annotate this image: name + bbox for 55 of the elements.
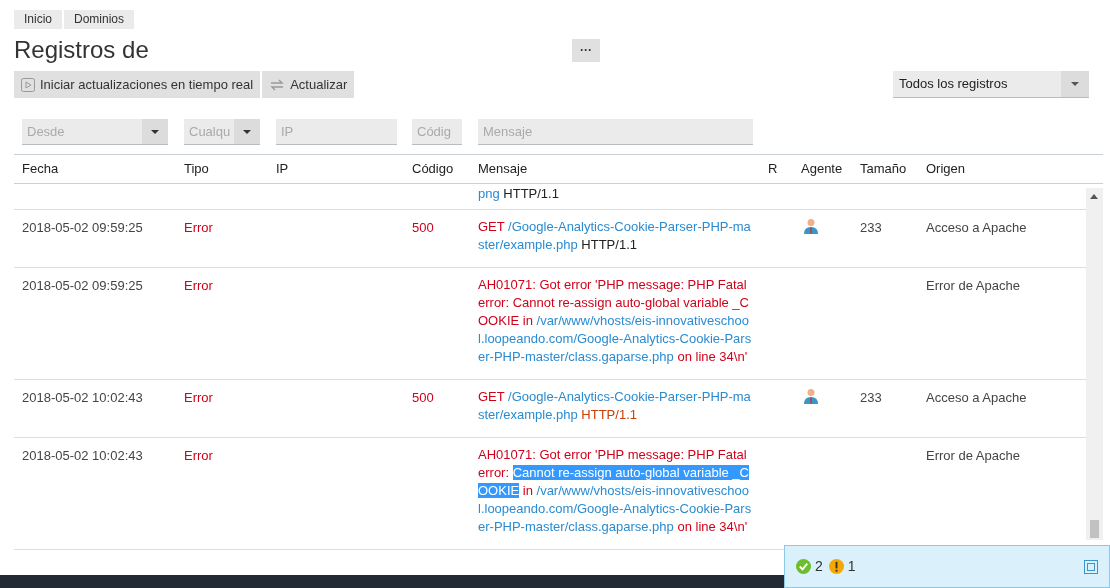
breadcrumb-link[interactable]: Dominios [64, 10, 135, 29]
log-message: GET /Google-Analytics-Cookie-Parser-PHP-master/example.php HTTP/1.1 [478, 388, 752, 424]
date-cell: 2018-05-02 10:02:43 [22, 448, 143, 463]
refresh-icon [269, 77, 286, 92]
origin-cell: Error de Apache [926, 278, 1020, 293]
user-icon [803, 388, 819, 404]
scrollbar-thumb[interactable] [1090, 520, 1099, 538]
breadcrumb-link[interactable]: Inicio [14, 10, 62, 29]
warning-icon [828, 559, 844, 574]
notification-count: 1 [847, 557, 856, 576]
size-cell: 233 [860, 390, 882, 405]
dropdown-caret-icon [151, 129, 159, 134]
column-header: Origen [926, 160, 967, 179]
notification-count: 2 [815, 557, 823, 576]
log-type-select[interactable]: Todos los registros [893, 71, 1089, 98]
origin-cell: Acceso a Apache [926, 220, 1027, 235]
size-cell: 233 [860, 220, 882, 235]
user-icon [803, 218, 819, 234]
check-icon [796, 559, 811, 574]
log-message: png HTTP/1.1 [478, 185, 560, 203]
more-button[interactable]: ··· [572, 38, 600, 62]
type-cell: Error [184, 448, 213, 463]
column-header: R [768, 160, 779, 179]
type-cell: Error [184, 390, 213, 405]
dropdown-caret-icon [1071, 82, 1079, 86]
maximize-icon[interactable] [1084, 559, 1098, 574]
dropdown-caret-icon [243, 129, 251, 134]
date-cell: 2018-05-02 09:59:25 [22, 220, 143, 235]
column-header: IP [276, 160, 290, 179]
scrollbar[interactable] [1086, 188, 1103, 540]
log-message: AH01071: Got error 'PHP message: PHP Fatal error: Cannot re-assign auto-global variable _COOKIE in /var/www/vhosts/eis-innovativeschool.loopeando.com/Google-Analytics-Cookie-Parser-PHP-master/class.gaparse.php on line 34\n' [478, 446, 753, 536]
filter-field[interactable]: IP [276, 119, 397, 145]
type-cell: Error [184, 220, 213, 235]
page-title: Registros de [14, 35, 150, 65]
column-header: Código [412, 160, 455, 179]
code-cell: 500 [412, 390, 434, 405]
origin-cell: Error de Apache [926, 448, 1020, 463]
live-updates-button[interactable]: Iniciar actualizaciones en tiempo real [14, 71, 261, 98]
column-header: Tipo [184, 160, 210, 179]
log-message: GET /Google-Analytics-Cookie-Parser-PHP-master/example.php HTTP/1.1 [478, 218, 752, 254]
filter-field[interactable]: Códig [412, 119, 462, 145]
code-cell: 500 [412, 220, 434, 235]
date-cell: 2018-05-02 09:59:25 [22, 278, 143, 293]
column-header: Mensaje [478, 160, 529, 179]
log-message: AH01071: Got error 'PHP message: PHP Fatal error: Cannot re-assign auto-global variable _COOKIE in /var/www/vhosts/eis-innovativeschool.loopeando.com/Google-Analytics-Cookie-Parser-PHP-master/class.gaparse.php on line 34\n' [478, 276, 753, 366]
column-header: Agente [801, 160, 844, 179]
origin-cell: Acceso a Apache [926, 390, 1027, 405]
play-icon [21, 77, 35, 92]
filter-field[interactable]: Mensaje [478, 119, 753, 145]
type-cell: Error [184, 278, 213, 293]
column-header: Tamaño [860, 160, 908, 179]
date-cell: 2018-05-02 10:02:43 [22, 390, 143, 405]
column-header: Fecha [22, 160, 60, 179]
refresh-button[interactable]: Actualizar [262, 71, 355, 98]
scroll-up-arrow-icon[interactable] [1090, 194, 1098, 199]
